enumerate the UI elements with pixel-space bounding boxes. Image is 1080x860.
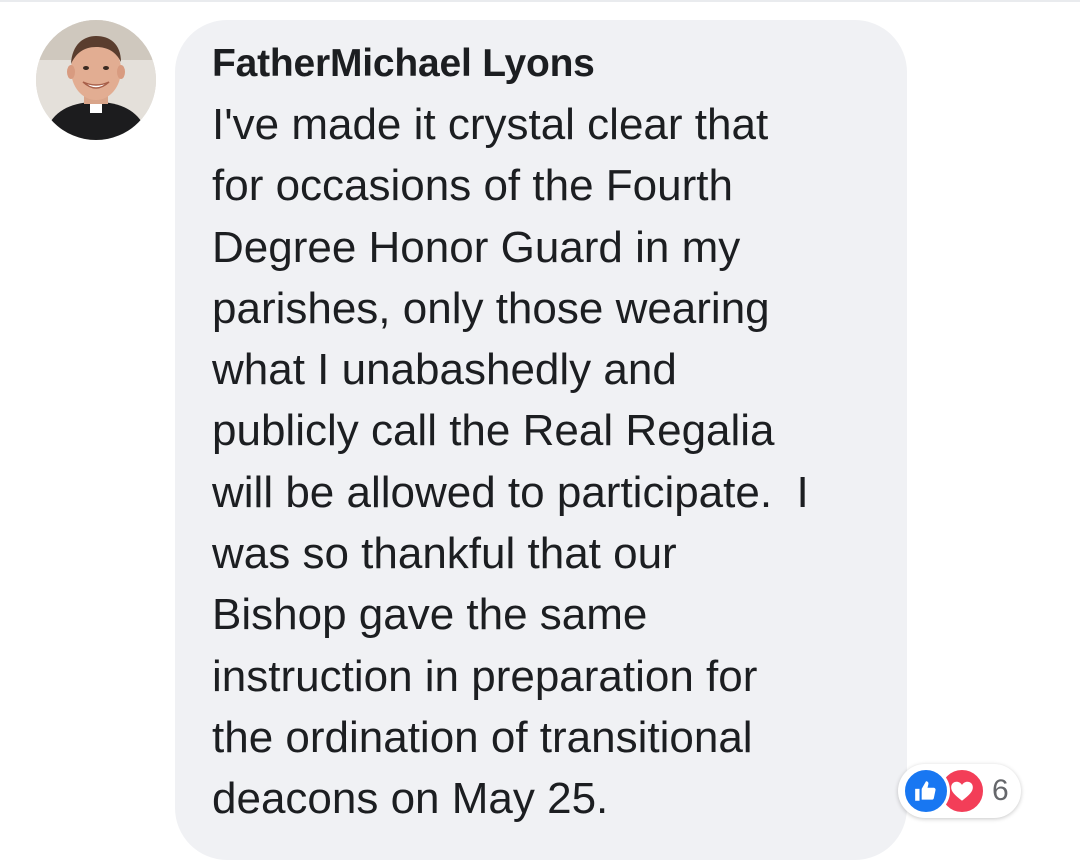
comment-text-line: for occasions of the Fourth [212,161,733,211]
comment: FatherMichael Lyons I've made it crystal… [0,0,1080,860]
avatar[interactable] [36,20,156,140]
comment-text-line: was so thankful that our [212,529,677,579]
comment-text-line: publicly call the Real Regalia [212,406,775,456]
comment-text-line: what I unabashedly and [212,345,677,395]
comment-author[interactable]: FatherMichael Lyons [212,42,595,86]
comment-text-line: will be allowed to participate. I [212,467,809,517]
reaction-count: 6 [992,774,1009,807]
like-icon [902,767,950,815]
comment-text-line: Degree Honor Guard in my [212,222,741,272]
comment-text-line: instruction in preparation for [212,651,758,701]
comment-text-line: parishes, only those wearing [212,283,770,333]
comment-text-line: deacons on May 25. [212,774,609,824]
comment-text-line: the ordination of transitional [212,712,753,762]
comment-text-line: I've made it crystal clear that [212,100,769,149]
comment-text-line: Bishop gave the same [212,590,648,640]
comment-text: I've made it crystal clear that for occa… [212,94,892,830]
reactions-summary[interactable]: 6 [898,764,1021,818]
